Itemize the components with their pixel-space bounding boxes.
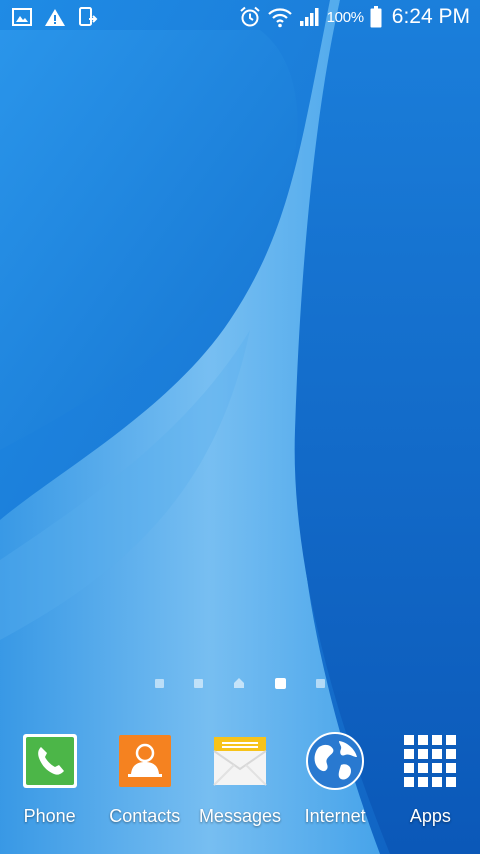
notification-icons: [12, 7, 110, 27]
signal-icon: [299, 7, 321, 27]
page-indicator[interactable]: [0, 674, 480, 692]
warning-icon: [44, 8, 66, 27]
page-dot[interactable]: [155, 678, 164, 688]
screen-mirror-icon: [78, 7, 98, 27]
app-phone[interactable]: Phone: [3, 730, 97, 840]
status-bar: 100% 6:24 PM: [0, 0, 480, 34]
wifi-icon: [267, 6, 293, 28]
app-apps[interactable]: Apps: [383, 730, 477, 840]
system-icons: 100% 6:24 PM: [233, 5, 470, 29]
app-internet[interactable]: Internet: [288, 730, 382, 840]
alarm-icon: [239, 6, 261, 28]
app-label: Internet: [304, 806, 366, 826]
page-dot[interactable]: [316, 678, 325, 688]
page-dot[interactable]: [194, 678, 203, 688]
apps-grid-icon[interactable]: [399, 730, 461, 792]
page-dot-active[interactable]: [275, 677, 286, 689]
app-messages[interactable]: Messages: [193, 730, 287, 840]
gallery-icon: [12, 8, 32, 26]
app-label: Contacts: [109, 806, 181, 826]
contacts-icon[interactable]: [114, 730, 176, 792]
dock: Phone Contacts Messages Internet Apps: [0, 730, 480, 840]
messages-icon[interactable]: [209, 730, 271, 792]
globe-icon[interactable]: [304, 730, 366, 792]
phone-icon[interactable]: [19, 730, 81, 792]
battery-percent: 100%: [326, 8, 364, 26]
app-contacts[interactable]: Contacts: [98, 730, 192, 840]
wallpaper: [0, 0, 480, 854]
app-label: Messages: [198, 806, 281, 826]
clock: 6:24 PM: [391, 5, 470, 28]
app-label: Phone: [23, 806, 76, 826]
home-page-icon[interactable]: [233, 677, 245, 689]
battery-icon: [370, 6, 382, 28]
app-label: Apps: [409, 806, 451, 826]
